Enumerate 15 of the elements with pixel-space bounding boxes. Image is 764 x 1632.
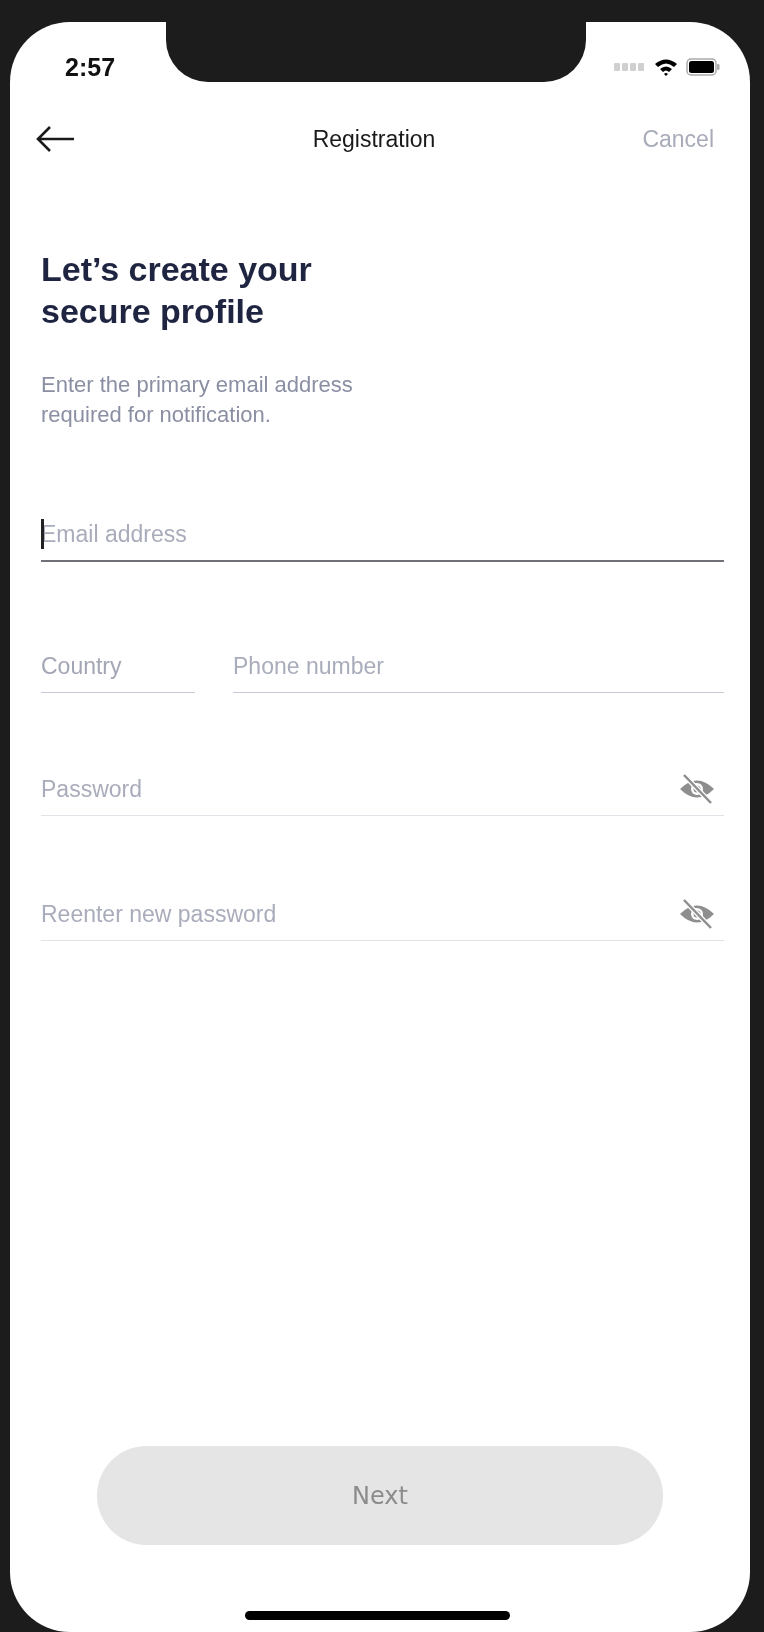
cancel-button[interactable]: Cancel [642, 125, 714, 153]
password-field[interactable]: Password [41, 769, 678, 809]
wifi-icon [654, 58, 678, 76]
phone-field[interactable]: Phone number [233, 646, 724, 686]
status-time: 2:57 [65, 52, 116, 82]
subtitle: Enter the primary email address required for notification. [41, 371, 354, 429]
password-field[interactable]: Reenter new password [41, 894, 678, 934]
hidden-eye-icon[interactable] [678, 772, 716, 806]
battery-icon [686, 58, 720, 76]
screen-title: Registration [312, 125, 436, 153]
heading: Let’s create your secure profile [41, 249, 313, 332]
back-arrow-icon[interactable] [34, 124, 76, 154]
signal-icon [614, 63, 646, 71]
hidden-eye-icon[interactable] [678, 897, 716, 931]
country-field[interactable]: Country [41, 646, 195, 686]
